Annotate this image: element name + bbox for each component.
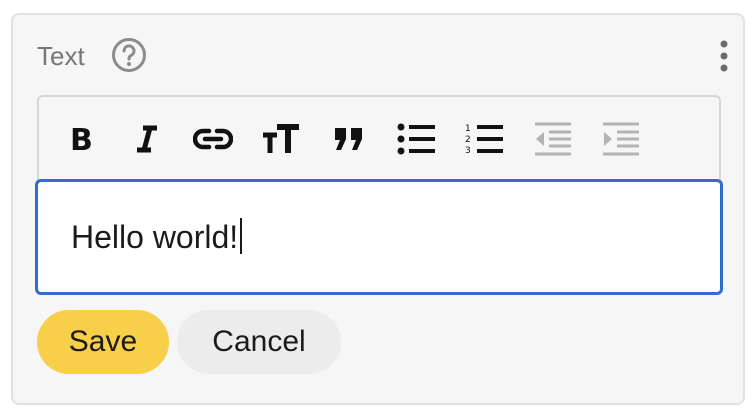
svg-text:3: 3 xyxy=(465,146,471,156)
link-icon[interactable] xyxy=(193,119,233,159)
text-caret xyxy=(240,218,243,254)
text-size-icon[interactable] xyxy=(261,119,301,159)
help-circle-icon[interactable] xyxy=(111,37,147,73)
card-header: Text xyxy=(37,37,728,77)
bold-icon[interactable]: B xyxy=(61,119,101,159)
text-block-card: Text B 1 2 3 Hello world! Save Cancel xyxy=(11,13,745,405)
outdent-icon[interactable] xyxy=(533,119,573,159)
rich-text-editor: B 1 2 3 Hello world! xyxy=(35,95,723,297)
numbered-list-icon[interactable]: 1 2 3 xyxy=(465,119,505,159)
cancel-button[interactable]: Cancel xyxy=(177,310,341,374)
save-button[interactable]: Save xyxy=(37,310,169,374)
editor-text: Hello world! xyxy=(71,218,243,256)
quote-icon[interactable] xyxy=(329,119,369,159)
text-content-area[interactable]: Hello world! xyxy=(35,179,723,295)
svg-text:2: 2 xyxy=(465,135,471,145)
bulleted-list-icon[interactable] xyxy=(397,119,437,159)
svg-text:B: B xyxy=(70,124,93,154)
svg-text:1: 1 xyxy=(465,124,471,134)
formatting-toolbar: B 1 2 3 xyxy=(37,95,721,183)
more-vertical-icon[interactable] xyxy=(717,39,731,73)
italic-icon[interactable] xyxy=(127,119,167,159)
indent-icon[interactable] xyxy=(601,119,641,159)
block-title: Text xyxy=(37,41,85,71)
